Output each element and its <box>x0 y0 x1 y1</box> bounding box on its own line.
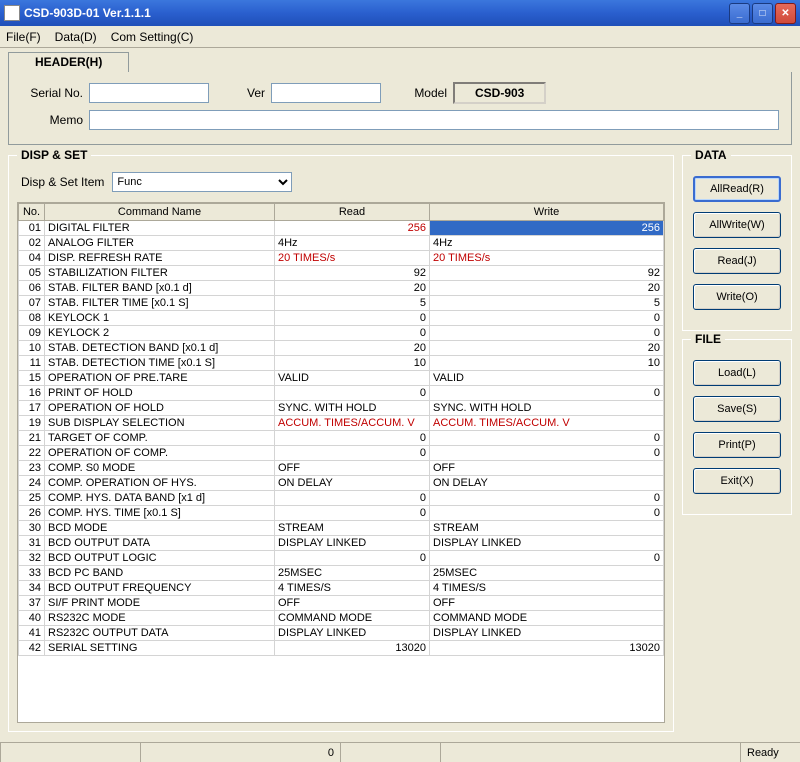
allread-button[interactable]: AllRead(R) <box>693 176 781 202</box>
table-row[interactable]: 05STABILIZATION FILTER9292 <box>19 266 664 281</box>
table-row[interactable]: 42SERIAL SETTING1302013020 <box>19 641 664 656</box>
allwrite-button[interactable]: AllWrite(W) <box>693 212 781 238</box>
exit-button[interactable]: Exit(X) <box>693 468 781 494</box>
save-button[interactable]: Save(S) <box>693 396 781 422</box>
serial-label: Serial No. <box>21 86 83 100</box>
col-write[interactable]: Write <box>430 204 664 221</box>
table-row[interactable]: 10STAB. DETECTION BAND [x0.1 d]2020 <box>19 341 664 356</box>
load-button[interactable]: Load(L) <box>693 360 781 386</box>
memo-label: Memo <box>21 113 83 127</box>
header-tab[interactable]: HEADER(H) <box>8 52 129 72</box>
ver-input[interactable] <box>271 83 381 103</box>
data-panel: DATA AllRead(R) AllWrite(W) Read(J) Writ… <box>682 155 792 331</box>
header-panel: HEADER(H) Serial No. Ver Model CSD-903 M… <box>8 72 792 145</box>
table-row[interactable]: 15OPERATION OF PRE.TAREVALIDVALID <box>19 371 664 386</box>
model-value: CSD-903 <box>453 82 546 104</box>
print-button[interactable]: Print(P) <box>693 432 781 458</box>
disp-set-title: DISP & SET <box>17 148 91 162</box>
table-row[interactable]: 24COMP. OPERATION OF HYS.ON DELAYON DELA… <box>19 476 664 491</box>
table-row[interactable]: 26COMP. HYS. TIME [x0.1 S]00 <box>19 506 664 521</box>
window-title: CSD-903D-01 Ver.1.1.1 <box>24 6 729 20</box>
table-row[interactable]: 25COMP. HYS. DATA BAND [x1 d]00 <box>19 491 664 506</box>
table-row[interactable]: 32BCD OUTPUT LOGIC00 <box>19 551 664 566</box>
file-panel: FILE Load(L) Save(S) Print(P) Exit(X) <box>682 339 792 515</box>
table-row[interactable]: 34BCD OUTPUT FREQUENCY4 TIMES/S4 TIMES/S <box>19 581 664 596</box>
data-grid[interactable]: No. Command Name Read Write 01DIGITAL FI… <box>17 202 665 723</box>
table-row[interactable]: 21TARGET OF COMP.00 <box>19 431 664 446</box>
table-row[interactable]: 31BCD OUTPUT DATADISPLAY LINKEDDISPLAY L… <box>19 536 664 551</box>
write-button[interactable]: Write(O) <box>693 284 781 310</box>
disp-set-panel: DISP & SET Disp & Set Item Func No. Comm… <box>8 155 674 732</box>
table-row[interactable]: 09KEYLOCK 200 <box>19 326 664 341</box>
file-panel-title: FILE <box>691 332 725 346</box>
minimize-button[interactable]: _ <box>729 3 750 24</box>
table-row[interactable]: 22OPERATION OF COMP.00 <box>19 446 664 461</box>
table-row[interactable]: 40RS232C MODECOMMAND MODECOMMAND MODE <box>19 611 664 626</box>
titlebar: CSD-903D-01 Ver.1.1.1 _ □ ✕ <box>0 0 800 26</box>
table-row[interactable]: 06STAB. FILTER BAND [x0.1 d]2020 <box>19 281 664 296</box>
table-row[interactable]: 37SI/F PRINT MODEOFFOFF <box>19 596 664 611</box>
table-row[interactable]: 02ANALOG FILTER4Hz4Hz <box>19 236 664 251</box>
menu-data[interactable]: Data(D) <box>55 30 97 44</box>
table-row[interactable]: 07STAB. FILTER TIME [x0.1 S]55 <box>19 296 664 311</box>
maximize-button[interactable]: □ <box>752 3 773 24</box>
table-row[interactable]: 04DISP. REFRESH RATE20 TIMES/s20 TIMES/s <box>19 251 664 266</box>
table-row[interactable]: 23COMP. S0 MODEOFFOFF <box>19 461 664 476</box>
status-zero: 0 <box>140 743 340 762</box>
disp-item-select[interactable]: Func <box>112 172 292 192</box>
menu-com-setting[interactable]: Com Setting(C) <box>111 30 194 44</box>
table-row[interactable]: 01DIGITAL FILTER256256 <box>19 221 664 236</box>
read-button[interactable]: Read(J) <box>693 248 781 274</box>
table-row[interactable]: 33BCD PC BAND25MSEC25MSEC <box>19 566 664 581</box>
data-panel-title: DATA <box>691 148 731 162</box>
table-row[interactable]: 30BCD MODESTREAMSTREAM <box>19 521 664 536</box>
col-read[interactable]: Read <box>275 204 430 221</box>
table-row[interactable]: 16PRINT OF HOLD00 <box>19 386 664 401</box>
table-row[interactable]: 41RS232C OUTPUT DATADISPLAY LINKEDDISPLA… <box>19 626 664 641</box>
memo-input[interactable] <box>89 110 779 130</box>
col-name[interactable]: Command Name <box>45 204 275 221</box>
table-row[interactable]: 11STAB. DETECTION TIME [x0.1 S]1010 <box>19 356 664 371</box>
close-button[interactable]: ✕ <box>775 3 796 24</box>
statusbar: 0 Ready <box>0 742 800 762</box>
table-row[interactable]: 08KEYLOCK 100 <box>19 311 664 326</box>
ver-label: Ver <box>215 86 265 100</box>
serial-input[interactable] <box>89 83 209 103</box>
table-row[interactable]: 17OPERATION OF HOLDSYNC. WITH HOLDSYNC. … <box>19 401 664 416</box>
app-icon <box>4 5 20 21</box>
menu-file[interactable]: File(F) <box>6 30 41 44</box>
disp-item-label: Disp & Set Item <box>21 175 104 189</box>
col-no[interactable]: No. <box>19 204 45 221</box>
menubar: File(F) Data(D) Com Setting(C) <box>0 26 800 48</box>
model-label: Model <box>387 86 447 100</box>
status-ready: Ready <box>740 743 800 762</box>
table-row[interactable]: 19SUB DISPLAY SELECTIONACCUM. TIMES/ACCU… <box>19 416 664 431</box>
